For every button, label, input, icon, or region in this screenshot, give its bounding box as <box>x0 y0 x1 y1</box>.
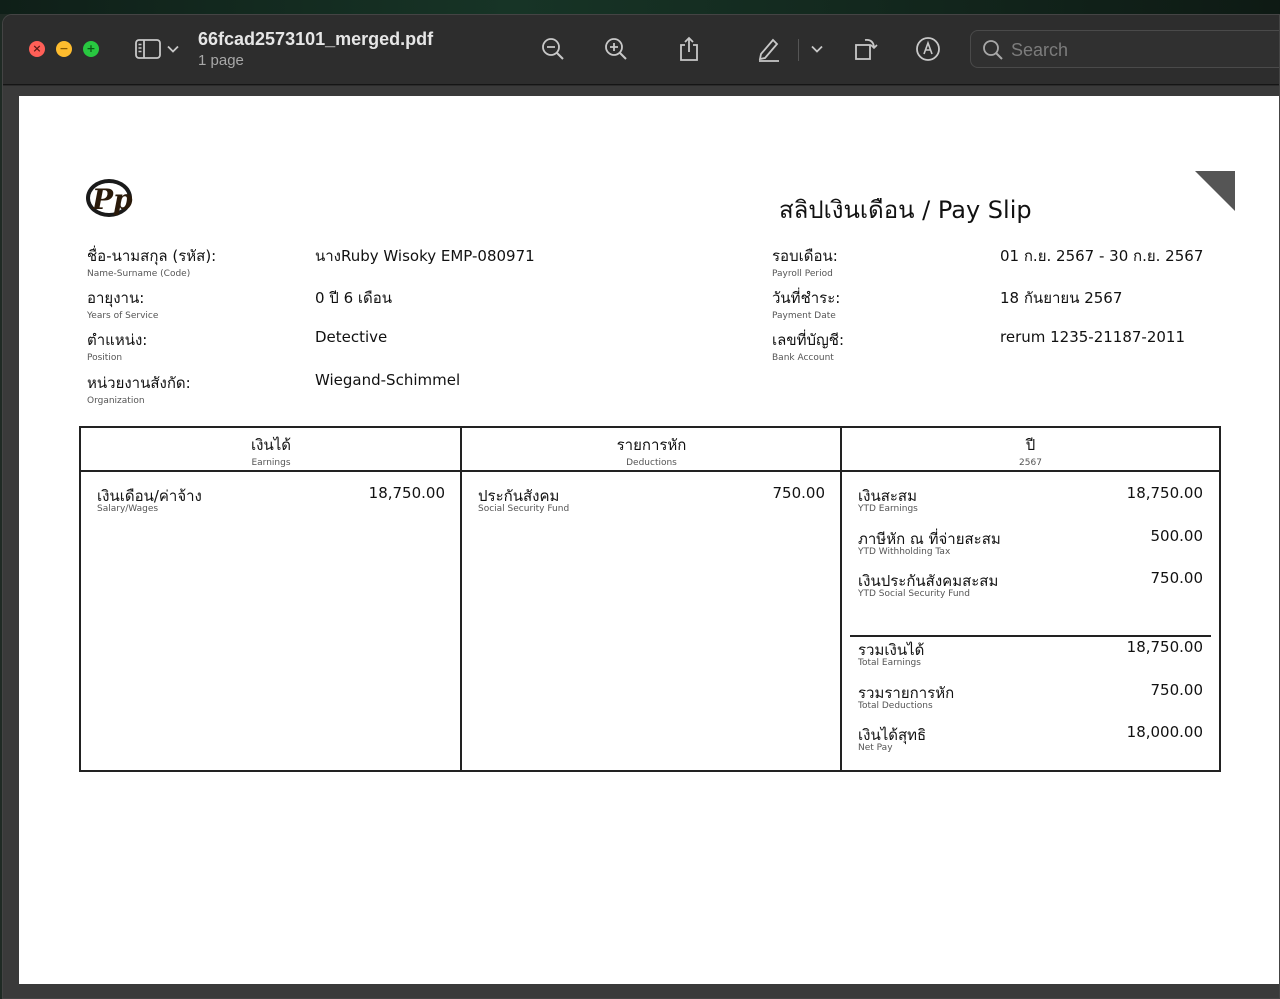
net-pay-row: เงินได้สุทธิ Net Pay 18,000.00 <box>858 723 1203 753</box>
years-of-service-field: อายุงาน: Years of Service <box>87 289 159 321</box>
markup-icon[interactable] <box>914 35 942 63</box>
list-item: ภาษีหัก ณ ที่จ่ายสะสม YTD Withholding Ta… <box>858 527 1203 557</box>
total-row: รวมรายการหัก Total Deductions 750.00 <box>858 681 1203 711</box>
toolbar: × − + 66fcad2573101_merged.pdf 1 page <box>3 15 1279 85</box>
document-viewer[interactable]: Pp สลิปเงินเดือน / Pay Slip ชื่อ-นามสกุล… <box>3 86 1279 998</box>
toolbar-divider <box>798 39 799 61</box>
chevron-down-icon[interactable] <box>166 35 180 63</box>
svg-text:Pp: Pp <box>91 183 133 216</box>
organization-field: หน่วยงานสังกัด: Organization <box>87 374 191 406</box>
list-item: เงินเดือน/ค่าจ้าง Salary/Wages 18,750.00 <box>97 484 445 514</box>
document-title: 66fcad2573101_merged.pdf <box>198 29 434 49</box>
minimize-icon[interactable]: − <box>56 41 72 57</box>
position-value: Detective <box>315 328 388 346</box>
payment-date-value: 18 กันยายน 2567 <box>1000 289 1123 307</box>
highlight-icon[interactable] <box>755 35 783 63</box>
zoom-out-icon[interactable] <box>539 35 567 63</box>
earnings-column: เงินได้ Earnings เงินเดือน/ค่าจ้าง Salar… <box>81 428 461 770</box>
column-header: เงินได้ Earnings <box>81 428 461 472</box>
total-row: รวมเงินได้ Total Earnings 18,750.00 <box>858 638 1203 668</box>
list-item: เงินประกันสังคมสะสม YTD Social Security … <box>858 569 1203 599</box>
page-count: 1 page <box>198 52 244 69</box>
years-of-service-value: 0 ปี 6 เดือน <box>315 289 393 307</box>
sidebar-icon[interactable] <box>133 35 163 63</box>
rotate-icon[interactable] <box>852 35 880 63</box>
column-header: ปี 2567 <box>842 428 1219 472</box>
zoom-in-icon[interactable] <box>602 35 630 63</box>
bank-account-value: rerum 1235-21187-2011 <box>1000 328 1186 346</box>
search-field[interactable] <box>970 30 1279 68</box>
name-value: นางRuby Wisoky EMP-080971 <box>315 247 535 265</box>
payslip-title: สลิปเงินเดือน / Pay Slip <box>779 196 1032 224</box>
column-header: รายการหัก Deductions <box>462 428 841 472</box>
desktop-background <box>0 0 1280 14</box>
position-field: ตำแหน่ง: Position <box>87 331 148 363</box>
preview-window: × − + 66fcad2573101_merged.pdf 1 page Se… <box>2 14 1280 999</box>
organization-value: Wiegand-Schimmel <box>315 371 461 389</box>
search-input[interactable] <box>1011 39 1271 61</box>
totals-divider <box>850 635 1211 637</box>
company-logo: Pp <box>85 176 135 220</box>
close-icon[interactable]: × <box>29 41 45 57</box>
payslip-table: เงินได้ Earnings เงินเดือน/ค่าจ้าง Salar… <box>79 426 1221 772</box>
name-field: ชื่อ-นามสกุล (รหัส): Name-Surname (Code) <box>87 247 217 279</box>
pdf-page: Pp สลิปเงินเดือน / Pay Slip ชื่อ-นามสกุล… <box>19 96 1279 984</box>
page-corner-fold <box>1195 171 1235 211</box>
search-icon <box>982 39 1004 65</box>
fullscreen-icon[interactable]: + <box>83 41 99 57</box>
list-item: ประกันสังคม Social Security Fund 750.00 <box>478 484 825 514</box>
ytd-column: ปี 2567 เงินสะสม YTD Earnings 18,750.00 … <box>840 428 1219 770</box>
share-icon[interactable] <box>676 35 702 63</box>
list-item: เงินสะสม YTD Earnings 18,750.00 <box>858 484 1203 514</box>
payment-date-field: วันที่ชำระ: Payment Date <box>772 289 841 321</box>
payroll-period-field: รอบเดือน: Payroll Period <box>772 247 838 279</box>
deductions-column: รายการหัก Deductions ประกันสังคม Social … <box>460 428 841 770</box>
bank-account-field: เลขที่บัญชี: Bank Account <box>772 331 844 363</box>
payroll-period-value: 01 ก.ย. 2567 - 30 ก.ย. 2567 <box>1000 247 1204 265</box>
chevron-down-icon[interactable] <box>810 35 824 63</box>
